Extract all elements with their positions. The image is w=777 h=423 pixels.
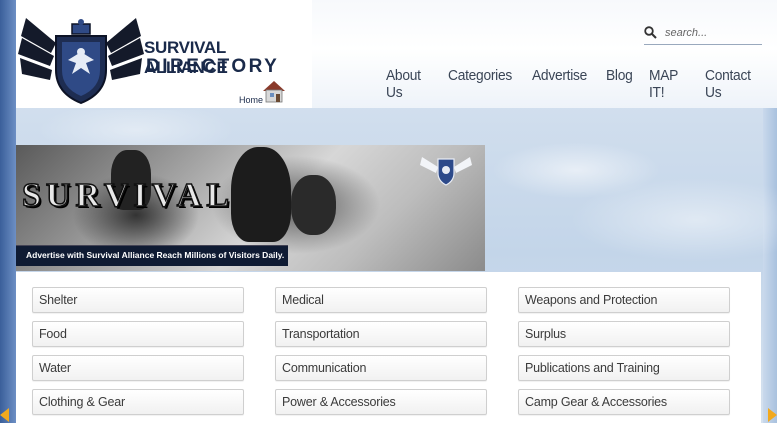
category-button-clothing-gear[interactable]: Clothing & Gear (32, 389, 244, 415)
category-button-food[interactable]: Food (32, 321, 244, 347)
category-button-weapons-protection[interactable]: Weapons and Protection (518, 287, 730, 313)
search-input[interactable] (663, 22, 763, 44)
scroll-right-arrow-icon[interactable] (768, 408, 777, 422)
logo-title-line2: DIRECTORY (146, 56, 280, 77)
banner-caption-strip: Advertise with Survival Alliance Reach M… (16, 245, 288, 266)
category-button-water[interactable]: Water (32, 355, 244, 381)
home-link[interactable]: Home (239, 95, 263, 105)
nav-map-it[interactable]: MAP IT! (649, 67, 688, 101)
search-icon[interactable] (644, 26, 657, 39)
main-nav: About Us Categories Advertise Blog MAP I… (386, 67, 777, 101)
banner-photo-figure (291, 175, 336, 235)
banner-caption: Advertise with Survival Alliance Reach M… (26, 250, 285, 260)
advertise-banner[interactable]: SURVIVAL Advertise with Survival Allianc… (16, 145, 485, 271)
eagle-shield-emblem-icon (18, 18, 144, 105)
category-panel: Shelter Food Water Clothing & Gear Medic… (16, 272, 761, 423)
house-icon[interactable] (261, 78, 287, 104)
category-button-shelter[interactable]: Shelter (32, 287, 244, 313)
category-button-surplus[interactable]: Surplus (518, 321, 730, 347)
category-button-communication[interactable]: Communication (275, 355, 487, 381)
nav-contact-us[interactable]: Contact Us (705, 67, 758, 101)
nav-categories[interactable]: Categories (448, 67, 512, 101)
scroll-left-arrow-icon[interactable] (0, 408, 9, 422)
left-edge-background (0, 0, 16, 423)
nav-about-us[interactable]: About Us (386, 67, 431, 101)
category-button-medical[interactable]: Medical (275, 287, 487, 313)
banner-title: SURVIVAL (21, 176, 235, 215)
category-button-transportation[interactable]: Transportation (275, 321, 487, 347)
category-button-camp-gear[interactable]: Camp Gear & Accessories (518, 389, 730, 415)
search-box[interactable] (644, 22, 763, 45)
category-button-power-accessories[interactable]: Power & Accessories (275, 389, 487, 415)
winged-shield-logo-icon (420, 157, 472, 186)
category-button-publications-training[interactable]: Publications and Training (518, 355, 730, 381)
site-logo[interactable]: SURVIVAL ALLIANCE DIRECTORY Home (16, 0, 312, 108)
banner-photo-figure (231, 147, 291, 242)
nav-advertise[interactable]: Advertise (532, 67, 587, 101)
nav-blog[interactable]: Blog (606, 67, 633, 101)
